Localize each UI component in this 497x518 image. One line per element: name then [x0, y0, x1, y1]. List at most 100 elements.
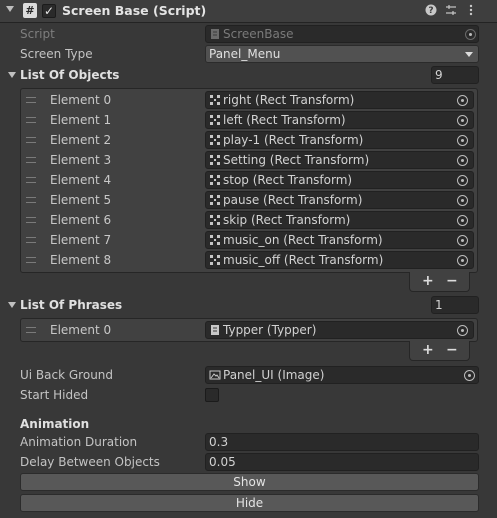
rect-transform-icon	[209, 234, 221, 246]
rect-transform-icon	[209, 134, 221, 146]
element-object-field[interactable]: music_off (Rect Transform)	[205, 251, 474, 269]
rect-transform-icon	[209, 214, 221, 226]
drag-handle-icon[interactable]	[26, 97, 36, 103]
drag-handle-icon[interactable]	[26, 137, 36, 143]
script-label: Script	[20, 27, 55, 41]
kebab-menu-icon[interactable]	[464, 4, 478, 18]
rect-transform-icon	[209, 194, 221, 206]
script-value: ScreenBase	[223, 27, 294, 41]
show-button[interactable]: Show	[20, 473, 479, 491]
object-picker-icon[interactable]	[457, 325, 468, 336]
element-object-value: music_off (Rect Transform)	[223, 253, 384, 267]
ui-back-ground-value: Panel_UI (Image)	[223, 368, 325, 382]
element-label: Element 1	[50, 113, 112, 127]
remove-element-button[interactable]: −	[446, 272, 458, 290]
preset-icon[interactable]	[444, 4, 458, 18]
start-hided-label: Start Hided	[20, 388, 89, 402]
element-object-value: stop (Rect Transform)	[223, 173, 353, 187]
element-object-field[interactable]: Setting (Rect Transform)	[205, 151, 474, 169]
element-object-value: Setting (Rect Transform)	[223, 153, 370, 167]
object-picker-icon[interactable]	[457, 135, 468, 146]
drag-handle-icon[interactable]	[26, 327, 36, 333]
rect-transform-icon	[209, 94, 221, 106]
screen-type-dropdown[interactable]: Panel_Menu	[205, 45, 479, 63]
screen-type-value: Panel_Menu	[209, 47, 281, 61]
start-hided-checkbox[interactable]	[205, 388, 219, 402]
list-of-objects-label[interactable]: List Of Objects	[20, 66, 119, 84]
element-object-field[interactable]: right (Rect Transform)	[205, 91, 474, 109]
animation-section-header: Animation	[20, 417, 90, 431]
object-picker-icon[interactable]	[457, 255, 468, 266]
drag-handle-icon[interactable]	[26, 257, 36, 263]
add-phrase-button[interactable]: +	[422, 341, 434, 359]
hide-button[interactable]: Hide	[20, 494, 479, 512]
list-of-objects-foldout-icon[interactable]	[8, 72, 16, 78]
element-object-value: play-1 (Rect Transform)	[223, 133, 364, 147]
object-picker-icon[interactable]	[457, 115, 468, 126]
help-icon[interactable]: ?	[424, 4, 438, 18]
drag-handle-icon[interactable]	[26, 177, 36, 183]
script-file-icon	[209, 324, 221, 336]
element-label: Element 7	[50, 233, 112, 247]
rect-transform-icon	[209, 254, 221, 266]
element-object-value: left (Rect Transform)	[223, 113, 346, 127]
list-of-phrases-label[interactable]: List Of Phrases	[20, 296, 122, 314]
element-label: Element 3	[50, 153, 112, 167]
remove-phrase-button[interactable]: −	[446, 341, 458, 359]
list-of-phrases-size-field[interactable]: 1	[431, 296, 479, 314]
image-component-icon	[209, 369, 221, 381]
animation-duration-label: Animation Duration	[20, 435, 138, 449]
checkmark-icon: ✓	[43, 4, 55, 18]
component-enabled-checkbox[interactable]: ✓	[42, 4, 56, 18]
ui-back-ground-label: Ui Back Ground	[20, 368, 114, 382]
add-element-button[interactable]: +	[422, 272, 434, 290]
list-of-phrases-foldout-icon[interactable]	[8, 302, 16, 308]
element-label: Element 4	[50, 173, 112, 187]
element-label: Element 2	[50, 133, 112, 147]
element-object-value: right (Rect Transform)	[223, 93, 355, 107]
drag-handle-icon[interactable]	[26, 217, 36, 223]
list-of-objects-size-field[interactable]: 9	[431, 66, 479, 84]
ui-back-ground-field[interactable]: Panel_UI (Image)	[205, 366, 479, 384]
object-picker-icon[interactable]	[457, 95, 468, 106]
delay-between-objects-field[interactable]: 0.05	[205, 453, 479, 471]
element-object-field[interactable]: Typper (Typper)	[205, 321, 474, 339]
object-picker-icon[interactable]	[457, 215, 468, 226]
element-object-field[interactable]: music_on (Rect Transform)	[205, 231, 474, 249]
object-picker-icon[interactable]	[457, 175, 468, 186]
drag-handle-icon[interactable]	[26, 197, 36, 203]
element-label: Element 0	[50, 93, 112, 107]
element-object-field[interactable]: skip (Rect Transform)	[205, 211, 474, 229]
object-picker-icon[interactable]	[457, 155, 468, 166]
animation-duration-field[interactable]: 0.3	[205, 433, 479, 451]
object-picker-icon[interactable]	[457, 195, 468, 206]
element-object-field[interactable]: pause (Rect Transform)	[205, 191, 474, 209]
list-of-phrases-footer: + −	[409, 341, 470, 361]
object-picker-icon	[465, 29, 476, 40]
script-field: ScreenBase	[205, 25, 479, 43]
script-file-icon	[209, 28, 221, 40]
element-object-value: Typper (Typper)	[223, 323, 317, 337]
component-title: Screen Base (Script)	[62, 3, 207, 18]
element-label: Element 6	[50, 213, 112, 227]
element-object-value: music_on (Rect Transform)	[223, 233, 383, 247]
screen-type-label: Screen Type	[20, 47, 93, 61]
svg-text:?: ?	[428, 6, 433, 16]
delay-between-objects-label: Delay Between Objects	[20, 455, 160, 469]
element-object-field[interactable]: play-1 (Rect Transform)	[205, 131, 474, 149]
drag-handle-icon[interactable]	[26, 157, 36, 163]
element-object-field[interactable]: left (Rect Transform)	[205, 111, 474, 129]
chevron-down-icon	[465, 52, 473, 57]
element-label: Element 0	[50, 323, 112, 337]
object-picker-icon[interactable]	[464, 370, 475, 381]
element-label: Element 8	[50, 253, 112, 267]
element-object-field[interactable]: stop (Rect Transform)	[205, 171, 474, 189]
script-icon: #	[23, 3, 37, 18]
rect-transform-icon	[209, 154, 221, 166]
rect-transform-icon	[209, 114, 221, 126]
drag-handle-icon[interactable]	[26, 237, 36, 243]
object-picker-icon[interactable]	[457, 235, 468, 246]
collapse-arrow-icon[interactable]	[6, 6, 14, 12]
list-of-objects-footer: + −	[409, 272, 470, 292]
drag-handle-icon[interactable]	[26, 117, 36, 123]
